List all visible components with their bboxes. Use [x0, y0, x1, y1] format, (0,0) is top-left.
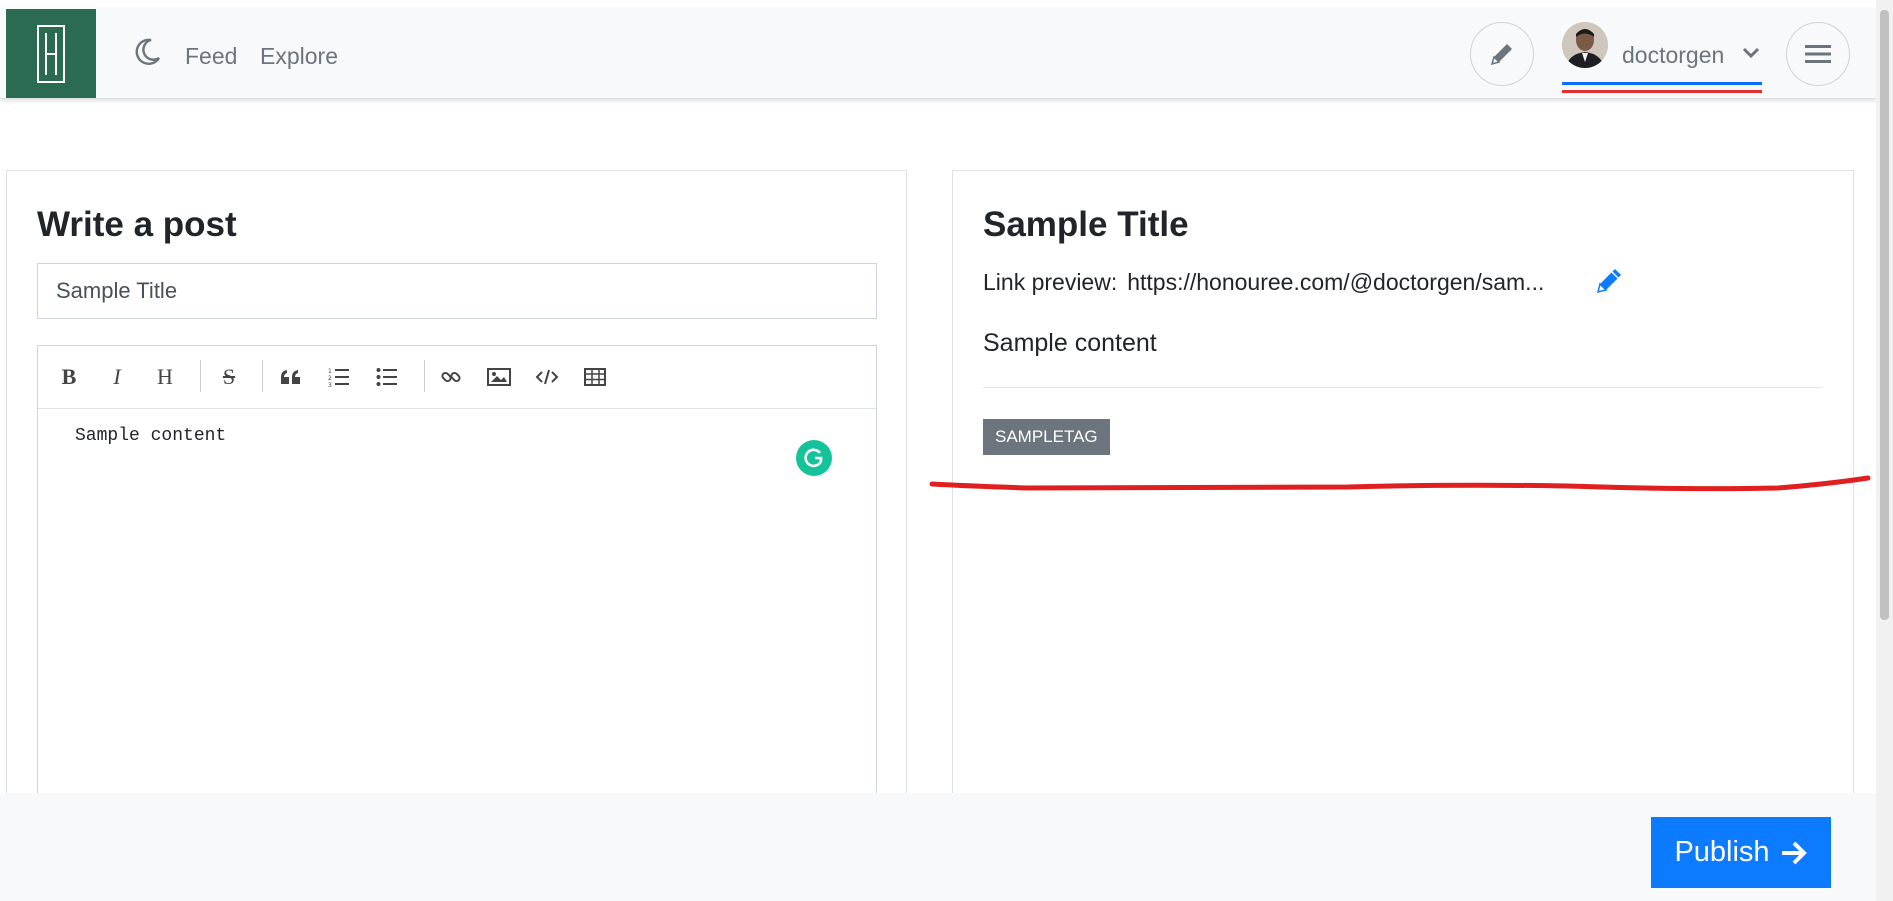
- grammarly-icon[interactable]: [796, 440, 832, 476]
- svg-text:2: 2: [328, 375, 332, 382]
- underline-annotation-red: [1562, 90, 1762, 93]
- strikethrough-icon[interactable]: S: [212, 360, 246, 394]
- moon-icon[interactable]: [131, 36, 163, 68]
- editor-toolbar: B I H S 123: [38, 346, 876, 409]
- ordered-list-icon[interactable]: 123: [322, 360, 356, 394]
- preview-divider: [983, 387, 1821, 388]
- toolbar-divider: [200, 360, 201, 392]
- edit-link-pencil-icon[interactable]: [1593, 265, 1625, 297]
- footer-bar: [0, 793, 1876, 901]
- brand-logo[interactable]: [6, 9, 96, 98]
- tag-badge[interactable]: SAMPLETAG: [983, 419, 1110, 455]
- toolbar-divider: [262, 360, 263, 392]
- svg-text:1: 1: [328, 368, 332, 375]
- link-preview-label: Link preview:: [983, 269, 1118, 295]
- markdown-editor[interactable]: B I H S 123 Sample content: [37, 345, 877, 801]
- top-navbar: Feed Explore doctorgen: [0, 8, 1876, 99]
- arrow-right-icon: [1781, 841, 1807, 864]
- pencil-icon: [1490, 44, 1512, 66]
- editor-content[interactable]: Sample content: [75, 426, 226, 446]
- code-icon[interactable]: [530, 360, 564, 394]
- chevron-down-icon: [1742, 47, 1760, 59]
- nav-explore-link[interactable]: Explore: [260, 43, 338, 70]
- red-annotation-stroke: [929, 475, 1871, 492]
- table-icon[interactable]: [578, 360, 612, 394]
- svg-text:3: 3: [328, 382, 332, 387]
- nav-feed-link[interactable]: Feed: [185, 43, 237, 70]
- write-post-button[interactable]: [1470, 22, 1534, 86]
- editor-heading: Write a post: [37, 205, 237, 244]
- toolbar-divider: [424, 360, 425, 392]
- preview-content: Sample content: [983, 329, 1157, 357]
- editor-card: Write a post Sample Title B I H S 123 Sa…: [6, 170, 907, 801]
- link-icon[interactable]: [434, 360, 468, 394]
- avatar: [1562, 22, 1608, 68]
- quote-icon[interactable]: [274, 360, 308, 394]
- preview-title: Sample Title: [983, 205, 1189, 244]
- image-icon[interactable]: [482, 360, 516, 394]
- link-preview-url: https://honouree.com/@doctorgen/sam...: [1127, 269, 1545, 295]
- heading-icon[interactable]: H: [148, 360, 182, 394]
- username: doctorgen: [1622, 42, 1725, 68]
- hamburger-menu-button[interactable]: [1786, 22, 1850, 86]
- italic-icon[interactable]: I: [100, 360, 134, 394]
- publish-label: Publish: [1674, 836, 1770, 868]
- publish-button[interactable]: Publish: [1651, 817, 1831, 888]
- link-preview: Link preview: https://honouree.com/@docto…: [983, 269, 1544, 296]
- underline-annotation-blue: [1562, 82, 1762, 85]
- post-title-input[interactable]: Sample Title: [37, 263, 877, 319]
- user-menu[interactable]: doctorgen: [1562, 18, 1762, 93]
- scrollbar-thumb[interactable]: [1880, 10, 1889, 620]
- bold-icon[interactable]: B: [52, 360, 86, 394]
- hamburger-icon: [1805, 45, 1831, 63]
- unordered-list-icon[interactable]: [370, 360, 404, 394]
- logo-h-icon: [37, 24, 65, 83]
